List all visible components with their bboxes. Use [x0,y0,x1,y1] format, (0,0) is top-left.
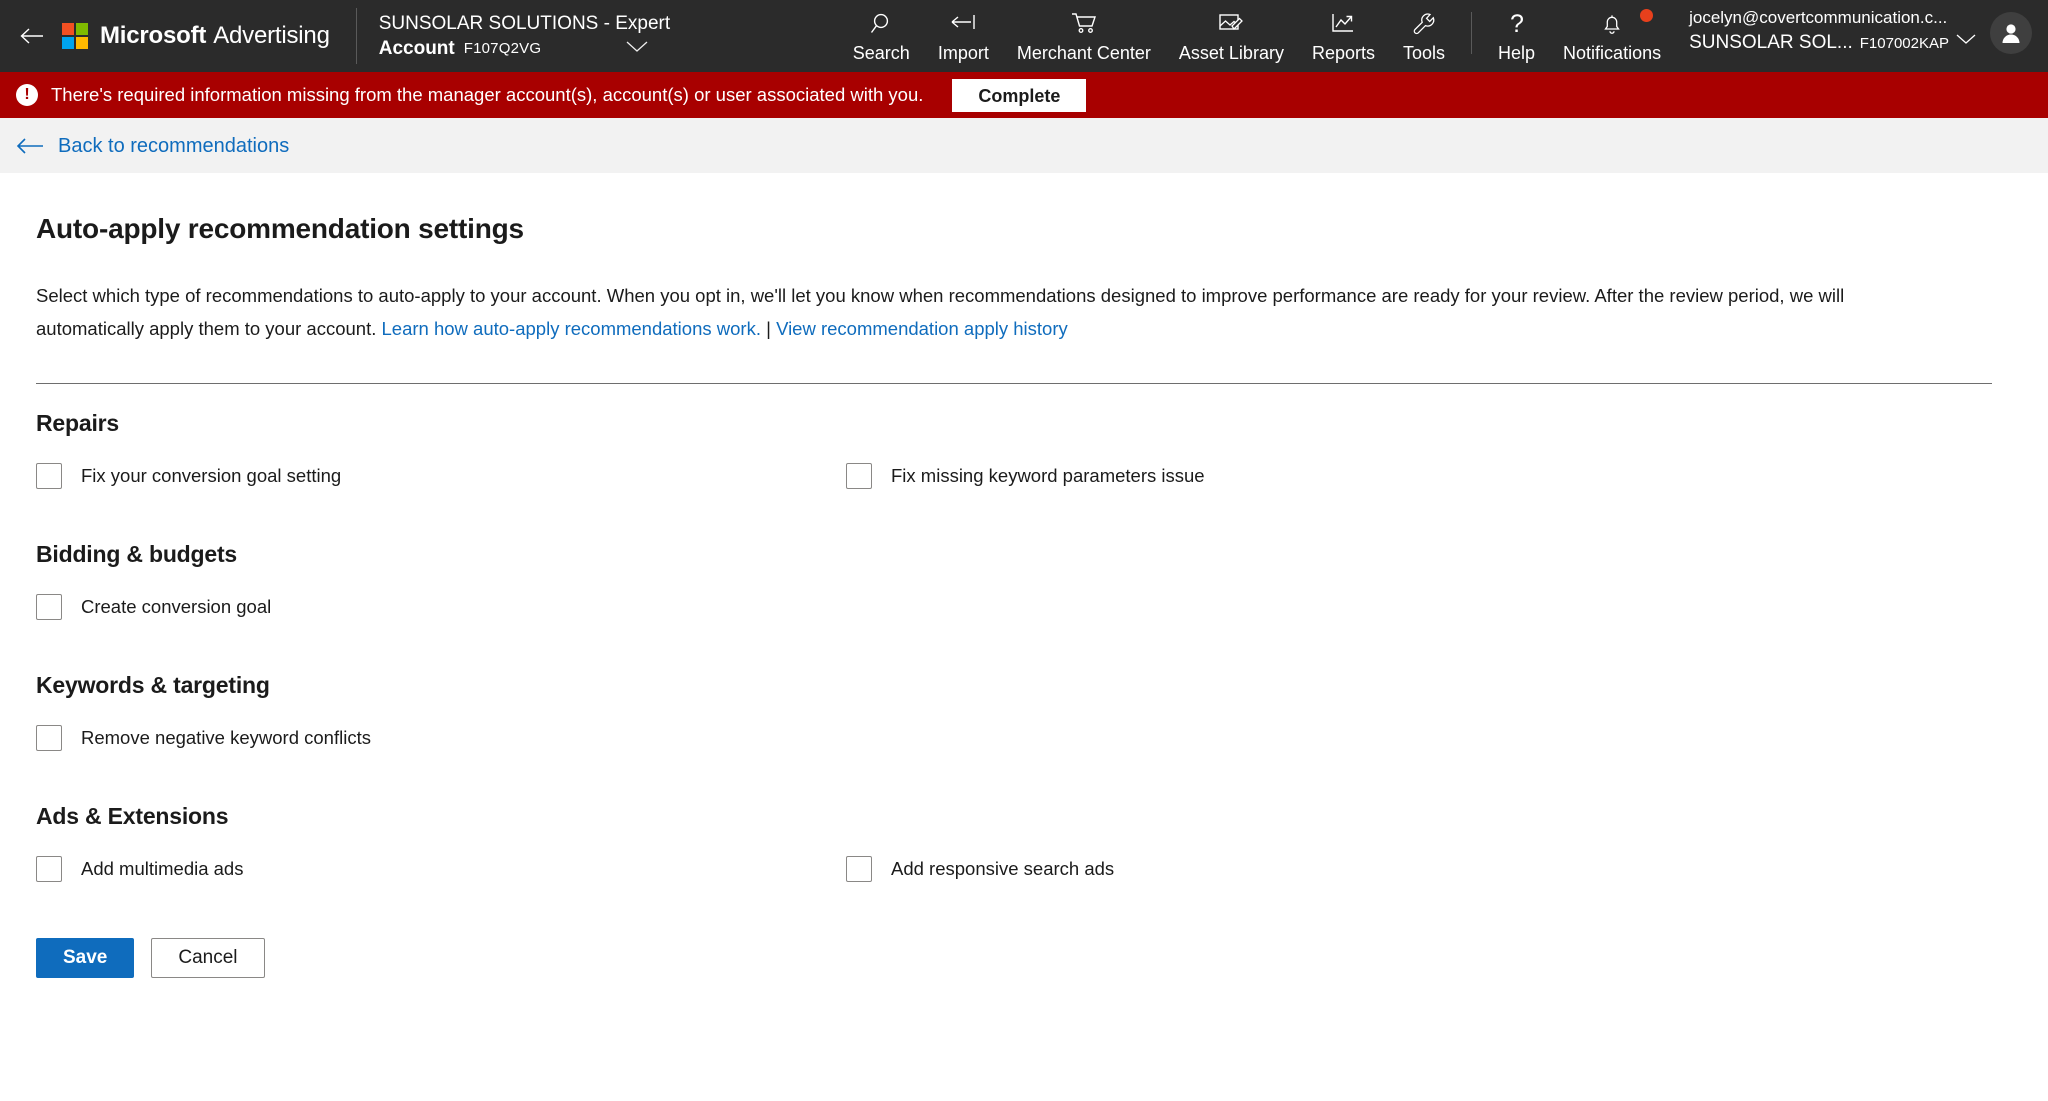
checkbox-grid: Remove negative keyword conflicts [36,725,2012,751]
account-id: F107Q2VG [463,40,542,57]
back-to-recommendations-link[interactable]: Back to recommendations [16,136,289,156]
user-account-row: SUNSOLAR SOL... F107002KAP [1689,30,1976,65]
account-title: SUNSOLAR SOLUTIONS - Expert [378,13,671,34]
checkbox-box[interactable] [36,463,62,489]
checkbox-add-responsive-search-ads[interactable]: Add responsive search ads [846,856,2012,882]
checkbox-box[interactable] [36,725,62,751]
nav-item-merchant-center[interactable]: Merchant Center [1003,0,1165,66]
account-selector[interactable]: SUNSOLAR SOLUTIONS - Expert Account F107… [357,0,670,72]
microsoft-squares-icon [62,23,88,49]
section-title: Repairs [36,410,119,436]
section-title: Ads & Extensions [36,803,229,829]
section-ads-extensions: Ads & Extensions Add multimedia ads Add … [36,803,2012,882]
arrow-left-icon [16,137,43,154]
nav-item-tools[interactable]: Tools [1389,0,1459,66]
checkbox-box[interactable] [846,463,872,489]
chevron-down-icon[interactable] [626,37,648,61]
checkbox-label: Fix your conversion goal setting [81,464,342,486]
checkbox-label: Add multimedia ads [81,857,244,879]
form-actions: Save Cancel [36,938,2012,1018]
microsoft-advertising-logo[interactable]: Microsoft Advertising [62,0,356,72]
line-chart-icon [1330,7,1356,37]
wrench-icon [1411,7,1437,37]
page-description: Select which type of recommendations to … [36,279,1936,345]
exclamation-icon: ! [16,84,38,106]
checkbox-label: Remove negative keyword conflicts [81,726,371,748]
svg-text:?: ? [1510,10,1524,37]
user-account-menu[interactable]: jocelyn@covertcommunication.c... SUNSOLA… [1675,0,2048,66]
account-row: Account F107Q2VG [379,37,670,61]
avatar[interactable] [1990,12,2032,54]
user-email: jocelyn@covertcommunication.c... [1689,8,1948,28]
top-navigation-bar: Microsoft Advertising SUNSOLAR SOLUTIONS … [0,0,2048,72]
image-edit-icon [1217,7,1245,37]
checkbox-grid: Add multimedia ads Add responsive search… [36,856,2012,882]
notification-badge-dot [1640,9,1654,22]
nav-item-asset-library[interactable]: Asset Library [1165,0,1298,66]
nav-items: Search Import Merchant Center Asset Libr… [839,0,2048,72]
main-content: Auto-apply recommendation settings Selec… [0,173,2048,1018]
nav-label: Merchant Center [1016,43,1151,63]
bell-icon [1600,7,1624,37]
question-mark-icon: ? [1506,7,1528,37]
checkbox-fix-missing-keyword-parameters[interactable]: Fix missing keyword parameters issue [846,463,2012,489]
arrow-left-icon [20,28,43,44]
checkbox-label: Create conversion goal [81,595,272,617]
cancel-button[interactable]: Cancel [151,938,265,978]
browser-back-button[interactable] [0,0,62,72]
page-title: Auto-apply recommendation settings [36,213,524,244]
nav-label: Import [937,43,989,63]
checkbox-grid: Create conversion goal [36,594,2012,620]
nav-label: Search [852,43,910,63]
learn-how-link[interactable]: Learn how auto-apply recommendations wor… [382,318,761,339]
brand-product: Advertising [213,22,330,49]
import-arrow-icon [949,7,977,37]
nav-label: Reports [1311,43,1375,63]
nav-label: Help [1498,43,1536,63]
user-text: jocelyn@covertcommunication.c... SUNSOLA… [1689,1,1976,65]
section-keywords-targeting: Keywords & targeting Remove negative key… [36,672,2012,751]
nav-item-help[interactable]: ? Help [1484,0,1549,66]
link-separator: | [760,318,777,339]
alert-banner: ! There's required information missing f… [0,72,2048,118]
nav-item-import[interactable]: Import [924,0,1003,66]
checkbox-grid: Fix your conversion goal setting Fix mis… [36,463,2012,489]
person-icon [2002,24,2020,43]
complete-button[interactable]: Complete [952,78,1087,112]
apply-history-link[interactable]: View recommendation apply history [776,318,1068,339]
breadcrumb-label: Back to recommendations [58,134,290,157]
checkbox-remove-negative-keyword-conflicts[interactable]: Remove negative keyword conflicts [36,725,846,751]
nav-label: Tools [1402,43,1446,63]
nav-label: Notifications [1563,43,1662,63]
checkbox-box[interactable] [36,594,62,620]
section-repairs: Repairs Fix your conversion goal setting… [36,410,2012,489]
checkbox-create-conversion-goal[interactable]: Create conversion goal [36,594,846,620]
shopping-cart-icon [1070,7,1098,37]
checkbox-fix-conversion-goal-setting[interactable]: Fix your conversion goal setting [36,463,846,489]
checkbox-label: Add responsive search ads [891,857,1115,879]
account-label: Account [378,38,455,59]
chevron-down-icon[interactable] [1956,30,1976,65]
nav-label: Asset Library [1178,43,1284,63]
content-divider [36,383,1992,384]
alert-message: There's required information missing fro… [51,84,924,105]
checkbox-box[interactable] [36,856,62,882]
nav-item-notifications[interactable]: Notifications [1549,0,1675,66]
checkbox-label: Fix missing keyword parameters issue [891,464,1205,486]
breadcrumb-bar: Back to recommendations [0,118,2048,173]
user-account-name: SUNSOLAR SOL... [1689,31,1853,53]
nav-item-search[interactable]: Search [839,0,924,66]
section-bidding-budgets: Bidding & budgets Create conversion goal [36,541,2012,620]
nav-item-reports[interactable]: Reports [1298,0,1389,66]
checkbox-box[interactable] [846,856,872,882]
user-account-id: F107002KAP [1859,34,1949,52]
section-title: Keywords & targeting [36,672,270,698]
save-button[interactable]: Save [36,938,135,978]
section-title: Bidding & budgets [36,541,238,567]
checkbox-add-multimedia-ads[interactable]: Add multimedia ads [36,856,846,882]
nav-section-divider [1471,12,1473,54]
brand-name: Microsoft [100,22,207,49]
search-icon [868,7,894,37]
brand-text: Microsoft Advertising [100,22,330,50]
